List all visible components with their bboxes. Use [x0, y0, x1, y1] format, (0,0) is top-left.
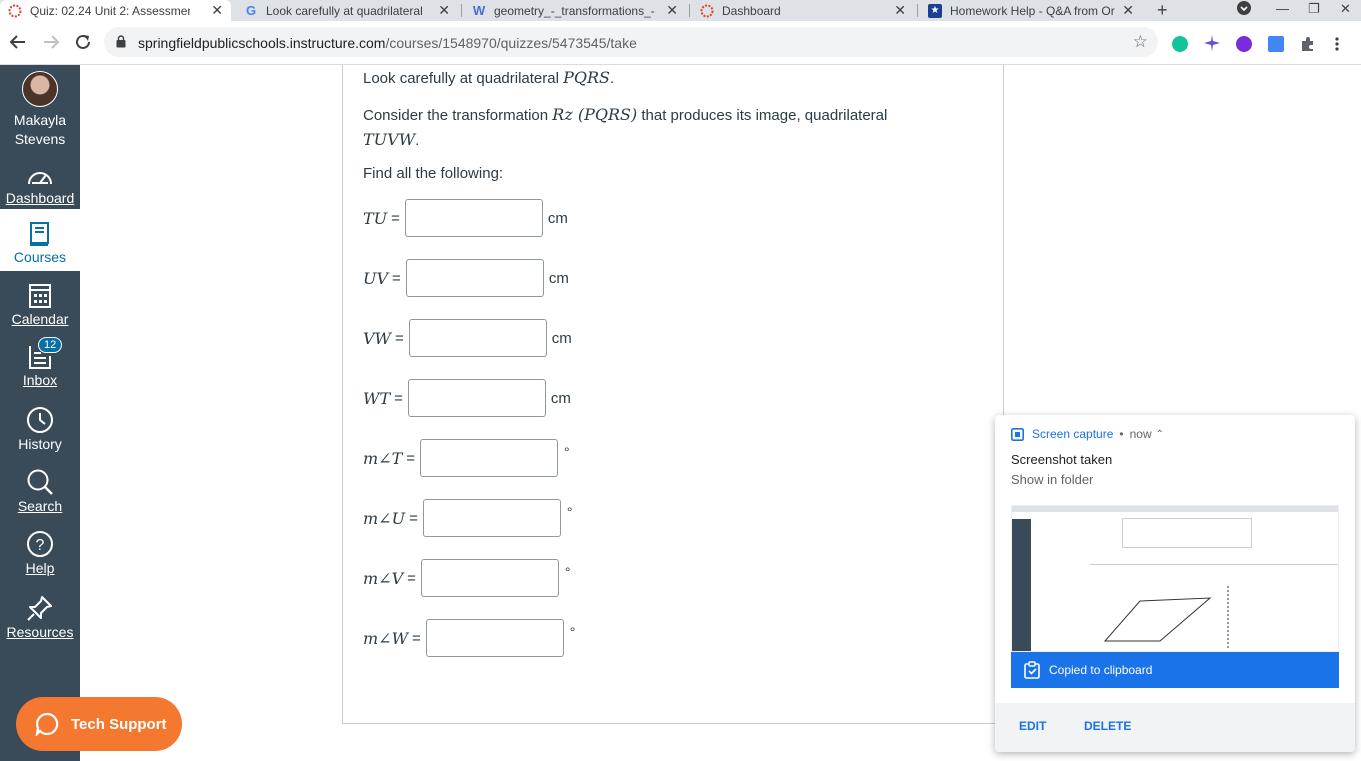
sidebar-item-history[interactable]: History	[0, 406, 80, 456]
answer-input-angle-w[interactable]	[425, 619, 564, 657]
sidebar-item-resources[interactable]: Resources	[0, 594, 80, 644]
answer-row-wt: WT = cm	[363, 379, 571, 417]
clipboard-icon	[1024, 661, 1040, 679]
extension-sparkle-icon[interactable]	[1204, 35, 1220, 51]
search-icon	[27, 469, 53, 495]
svg-text:?: ?	[36, 537, 45, 554]
pin-icon	[27, 596, 52, 621]
show-in-folder-link[interactable]: Show in folder	[1011, 472, 1093, 487]
dashboard-icon	[28, 172, 52, 185]
wolfram-icon: W	[472, 3, 486, 18]
notification-actions: EDIT DELETE	[995, 703, 1355, 752]
address-bar[interactable]: springfieldpublicschools.instructure.com…	[104, 27, 1158, 57]
answer-input-angle-u[interactable]	[422, 499, 561, 537]
google-icon: G	[245, 3, 257, 18]
edit-button[interactable]: EDIT	[1019, 719, 1046, 733]
chevron-up-icon[interactable]: ⌃	[1156, 429, 1164, 440]
answer-row-uv: UV = cm	[363, 259, 569, 297]
tab-separator	[461, 4, 462, 17]
close-tab-icon[interactable]: ✕	[666, 2, 678, 19]
clock-icon	[27, 407, 53, 433]
inbox-badge: 12	[38, 337, 63, 353]
notification-title: Screenshot taken	[1011, 452, 1113, 467]
answer-row-angle-v: m∠V = °	[363, 559, 571, 597]
tech-support-button[interactable]: Tech Support	[16, 697, 182, 751]
math-pqrs: PQRS	[563, 68, 611, 87]
minimize-icon[interactable]: —	[1276, 1, 1289, 16]
browser-tab-bar: Quiz: 02.24 Unit 2: Assessmen ✕ G Look c…	[0, 0, 1361, 21]
close-window-icon[interactable]: ✕	[1340, 1, 1351, 17]
math-tuvw: TUVW	[363, 130, 416, 149]
extensions-puzzle-icon[interactable]	[1300, 36, 1316, 52]
math-transformation: Rz (PQRS)	[552, 105, 638, 124]
question-line-1: Look carefully at quadrilateral PQRS.	[363, 68, 615, 87]
tab-wolfram[interactable]: W geometry_-_transformations_- ✕	[464, 0, 686, 21]
answer-input-angle-t[interactable]	[420, 439, 559, 477]
canvas-icon	[8, 4, 22, 18]
browser-toolbar: springfieldpublicschools.instructure.com…	[0, 21, 1361, 65]
close-tab-icon[interactable]: ✕	[438, 2, 450, 19]
tab-google[interactable]: G Look carefully at quadrilateral ✕	[236, 0, 458, 21]
close-tab-icon[interactable]: ✕	[1122, 2, 1134, 19]
answer-row-vw: VW = cm	[363, 319, 572, 357]
help-icon: ?	[27, 531, 53, 557]
answer-row-angle-w: m∠W = °	[363, 619, 575, 657]
answer-input-wt[interactable]	[407, 379, 546, 417]
notification-header: Screen capture • now ⌃	[1011, 427, 1164, 441]
courses-icon	[30, 222, 49, 246]
tab-separator	[917, 4, 918, 17]
extension-u-icon[interactable]	[1236, 36, 1252, 52]
tab-separator	[689, 4, 690, 17]
answer-input-angle-v[interactable]	[420, 559, 559, 597]
sidebar-item-calendar[interactable]: Calendar	[0, 281, 80, 331]
url-text: springfieldpublicschools.instructure.com…	[138, 35, 637, 51]
tab-dashboard[interactable]: Dashboard ✕	[692, 0, 914, 21]
sidebar-item-help[interactable]: ? Help	[0, 530, 80, 580]
new-tab-icon[interactable]: +	[1157, 0, 1168, 21]
bookmark-star-icon[interactable]: ☆	[1133, 32, 1148, 52]
delete-button[interactable]: DELETE	[1084, 719, 1131, 733]
translate-icon[interactable]	[1268, 36, 1284, 52]
lock-icon	[116, 35, 126, 53]
avatar	[22, 71, 58, 107]
sidebar-item-inbox[interactable]: 12 Inbox	[0, 337, 80, 394]
close-tab-icon[interactable]: ✕	[894, 2, 906, 19]
browser-menu-icon[interactable]	[1334, 36, 1340, 52]
tab-quiz[interactable]: Quiz: 02.24 Unit 2: Assessmen ✕	[0, 0, 231, 21]
back-icon[interactable]	[9, 33, 27, 54]
copied-to-clipboard-bar: Copied to clipboard	[1011, 652, 1339, 688]
screenshot-notification[interactable]: Screen capture • now ⌃ Screenshot taken …	[995, 415, 1355, 752]
quadrilateral-preview	[1103, 586, 1229, 648]
sidebar-item-courses[interactable]: Courses	[0, 209, 80, 271]
reload-icon[interactable]	[74, 33, 92, 54]
sidebar-item-account[interactable]: Makayla Stevens	[0, 71, 80, 151]
answer-input-tu[interactable]	[404, 199, 543, 237]
answer-input-vw[interactable]	[408, 319, 547, 357]
star-icon: ★	[928, 3, 942, 18]
global-nav-sidebar: Makayla Stevens Dashboard Courses Calend…	[0, 65, 80, 761]
screen-capture-icon	[1011, 427, 1024, 441]
answer-row-angle-t: m∠T = °	[363, 439, 570, 477]
grammarly-icon[interactable]	[1172, 36, 1188, 52]
answer-row-angle-u: m∠U = °	[363, 499, 572, 537]
restore-icon[interactable]: ❐	[1308, 1, 1320, 17]
calendar-icon	[29, 284, 51, 308]
tab-homework-help[interactable]: ★ Homework Help - Q&A from Or ✕	[920, 0, 1142, 21]
chat-bubble-icon	[35, 712, 59, 736]
screenshot-thumbnail[interactable]	[1011, 505, 1339, 652]
tab-search-icon[interactable]	[1237, 1, 1251, 18]
sidebar-item-search[interactable]: Search	[0, 468, 80, 518]
sidebar-item-dashboard[interactable]: Dashboard	[0, 164, 80, 214]
forward-icon[interactable]	[42, 33, 60, 54]
question-prompt: Find all the following:	[363, 165, 504, 182]
answer-row-tu: TU = cm	[363, 199, 568, 237]
question-line-2: Consider the transformation Rz (PQRS) th…	[363, 105, 888, 149]
close-tab-icon[interactable]: ✕	[211, 2, 223, 19]
answer-input-uv[interactable]	[405, 259, 544, 297]
canvas-icon	[700, 4, 714, 18]
